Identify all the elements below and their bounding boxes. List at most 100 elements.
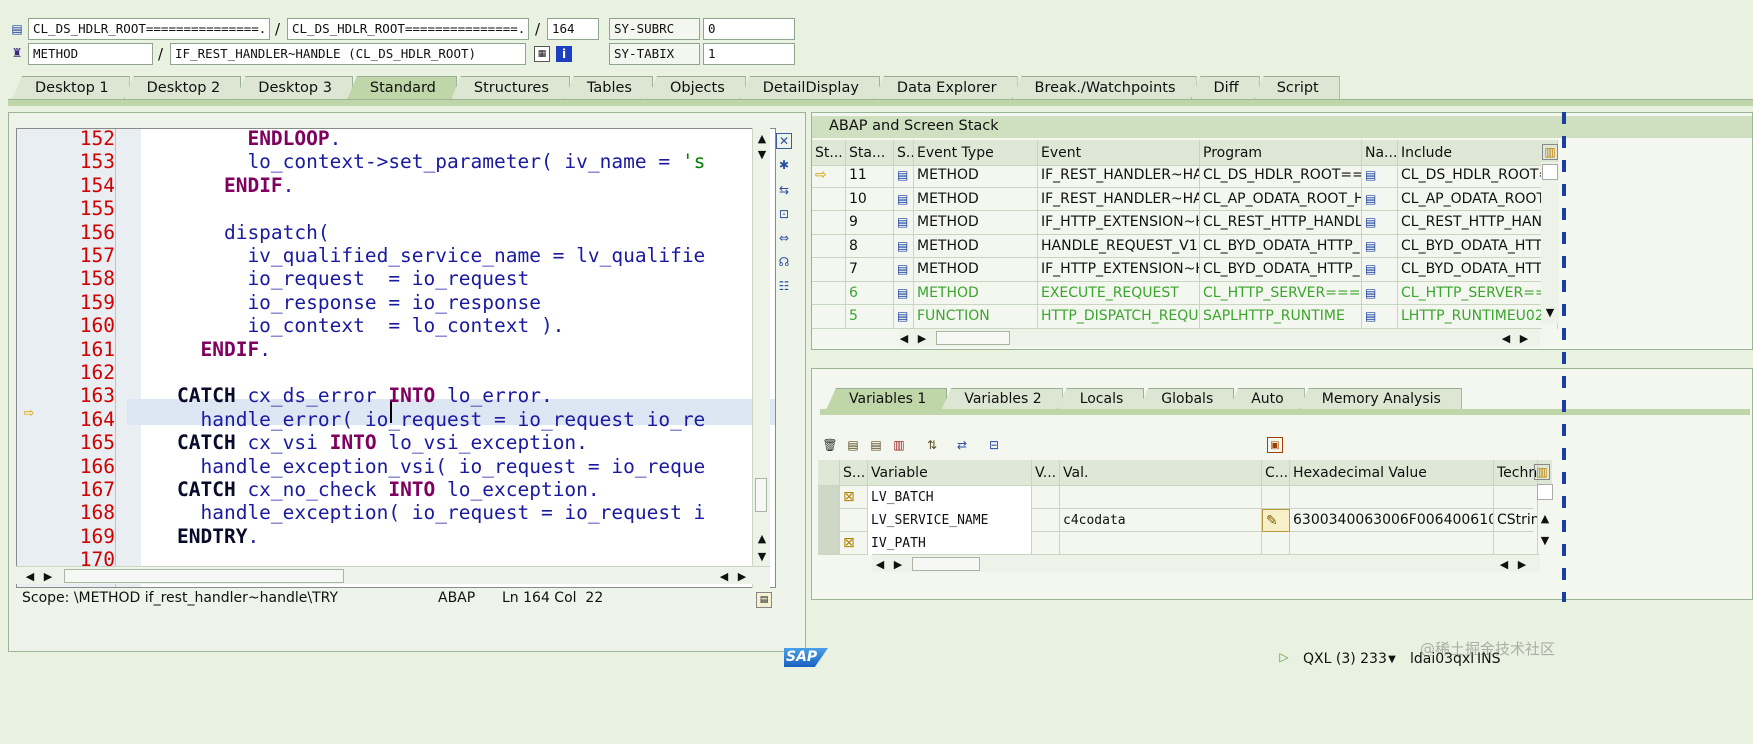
play-icon[interactable]: ▷ <box>1276 649 1292 665</box>
code-vscrollbar[interactable]: ▲ ▼ ▲ ▼ <box>752 128 770 588</box>
display-source-icon[interactable]: ▦ <box>534 46 550 62</box>
scroll-right-icon[interactable]: ▶ <box>734 568 750 584</box>
code-line[interactable]: io_response = io_response <box>177 291 541 314</box>
tab-tables[interactable]: Tables <box>563 76 653 100</box>
tab-variables-2[interactable]: Variables 2 <box>941 388 1063 410</box>
delete-icon[interactable]: 🗑 <box>822 437 838 453</box>
row-selector[interactable] <box>818 532 840 555</box>
code-line[interactable]: dispatch( <box>177 221 330 244</box>
scroll-right-icon[interactable]: ▶ <box>914 330 930 346</box>
event-type-field[interactable]: METHOD <box>28 43 153 65</box>
code-line[interactable]: CATCH cx_no_check INTO lo_exception. <box>177 478 600 501</box>
info-icon[interactable]: i <box>556 46 572 62</box>
stack-column-header[interactable]: Sta... <box>846 140 894 166</box>
stack-row[interactable]: 7▤METHODIF_HTTP_EXTENSION~H...CL_BYD_ODA… <box>812 258 1558 282</box>
code-line[interactable]: ENDIF. <box>177 338 270 361</box>
editor-settings-icon[interactable]: ▤ <box>756 592 772 608</box>
insert-icon[interactable]: ⇅ <box>924 437 940 453</box>
tab-variables-1[interactable]: Variables 1 <box>826 388 948 410</box>
scroll-up-icon[interactable] <box>1537 484 1553 500</box>
variables-column-header[interactable]: Hexadecimal Value <box>1290 460 1494 486</box>
variable-row[interactable]: LV_SERVICE_NAME c4codata ✎ 6300340063006F00… <box>818 509 1538 532</box>
variables-hscrollbar[interactable]: ◀ ▶ ◀ ▶ <box>872 554 1540 572</box>
delete-row-icon[interactable]: ▥ <box>891 437 907 453</box>
scroll-up-icon[interactable]: ▲ <box>754 130 770 146</box>
include-program-field[interactable]: CL_DS_HDLR_ROOT===============... <box>287 18 529 40</box>
column-settings-icon[interactable]: ▥ <box>1534 464 1550 480</box>
stack-column-header[interactable]: Event Type <box>914 140 1038 166</box>
code-line[interactable]: handle_exception( io_request = io_reques… <box>177 501 705 524</box>
tab-desktop-2[interactable]: Desktop 2 <box>123 76 242 100</box>
scroll-right-icon[interactable]: ▶ <box>40 568 56 584</box>
scroll-left-icon[interactable]: ◀ <box>872 556 888 572</box>
stack-column-header[interactable]: S.. <box>894 140 914 166</box>
scroll-thumb[interactable] <box>64 569 344 583</box>
tab-breakpoints[interactable]: Break./Watchpoints <box>1011 76 1197 100</box>
code-hscrollbar[interactable]: ◀ ▶ ◀ ▶ <box>16 566 770 584</box>
code-line[interactable]: io_context = lo_context ). <box>177 314 564 337</box>
stack-row[interactable]: 6 ▤ METHOD EXECUTE_REQUEST CL_HTTP_SERVER===… <box>812 281 1558 305</box>
variables-column-header[interactable]: Techn <box>1494 460 1538 486</box>
new-tool-icon[interactable]: ✱ <box>776 157 792 173</box>
tab-detail-display[interactable]: DetailDisplay <box>739 76 880 100</box>
tab-desktop-3[interactable]: Desktop 3 <box>235 76 353 100</box>
code-editor[interactable]: ⇨ 152 ENDLOOP. 153 lo_context->set_parame… <box>16 128 776 588</box>
scroll-up-icon[interactable] <box>1542 164 1558 180</box>
scroll-left-icon[interactable]: ◀ <box>716 568 732 584</box>
variables-column-header[interactable]: S... <box>840 460 868 486</box>
scroll-down-icon[interactable]: ▼ <box>754 548 770 564</box>
stack-column-header[interactable]: St... <box>812 140 846 166</box>
scroll-right-icon[interactable]: ▶ <box>890 556 906 572</box>
stack-row[interactable]: 10▤METHODIF_REST_HANDLER~HAN...CL_AP_ODA… <box>812 187 1558 211</box>
stack-row[interactable]: 5 ▤ FUNCTION HTTP_DISPATCH_REQU... SAPLHTTP_… <box>812 305 1558 329</box>
code-line[interactable]: ENDTRY. <box>177 525 259 548</box>
stack-row[interactable]: ⇨11▤METHODIF_REST_HANDLER~HAN...CL_DS_HD… <box>812 164 1558 188</box>
scroll-left-icon[interactable]: ◀ <box>1498 330 1514 346</box>
tab-memory-analysis[interactable]: Memory Analysis <box>1298 388 1462 410</box>
tab-globals[interactable]: Globals <box>1138 388 1235 410</box>
stack-vscrollbar[interactable]: ▼ <box>1541 162 1559 324</box>
maximize-icon[interactable]: ⊡ <box>776 206 792 222</box>
scroll-up-icon[interactable]: ▲ <box>754 530 770 546</box>
variables-column-header[interactable]: Val. <box>1060 460 1262 486</box>
hierarchy-icon[interactable]: ☷ <box>776 278 792 294</box>
tab-structures[interactable]: Structures <box>450 76 570 100</box>
scroll-down-icon[interactable]: ▼ <box>754 146 770 162</box>
variables-column-header[interactable]: Variable <box>868 460 1032 486</box>
stack-column-header[interactable]: Event <box>1038 140 1200 166</box>
system-info[interactable]: QXL (3) 233 <box>1303 651 1387 667</box>
swap-tool-icon[interactable]: ⇆ <box>776 182 792 198</box>
code-line[interactable]: iv_qualified_service_name = lv_qualifie <box>177 244 705 267</box>
resize-icon[interactable]: ⇔ <box>776 230 792 246</box>
stack-row[interactable]: 9▤METHODIF_HTTP_EXTENSION~H...CL_REST_HT… <box>812 211 1558 235</box>
event-name-field[interactable]: IF_REST_HANDLER~HANDLE (CL_DS_HDLR_ROOT) <box>170 43 526 65</box>
scroll-down-icon[interactable]: ▼ <box>1537 532 1553 548</box>
sy-subrc-value[interactable]: 0 <box>703 18 795 40</box>
scroll-left-icon[interactable]: ◀ <box>1496 556 1512 572</box>
tab-data-explorer[interactable]: Data Explorer <box>873 76 1018 100</box>
stack-column-header[interactable]: Program <box>1200 140 1362 166</box>
scroll-thumb[interactable] <box>912 557 980 571</box>
variables-column-header[interactable]: V... <box>1032 460 1060 486</box>
stack-column-header[interactable]: Include <box>1398 140 1558 166</box>
export-icon[interactable]: ▤ <box>868 437 884 453</box>
code-line[interactable]: handle_error( io_request = io_request io… <box>177 408 705 431</box>
scroll-right-icon[interactable]: ▶ <box>1516 330 1532 346</box>
scroll-left-icon[interactable]: ◀ <box>22 568 38 584</box>
stack-hscrollbar[interactable]: ◀ ▶ ◀ ▶ <box>900 328 1540 346</box>
variables-vscrollbar[interactable]: ▲ ▼ <box>1536 482 1554 552</box>
pin-icon[interactable]: ⊟ <box>986 437 1002 453</box>
code-line[interactable]: CATCH cx_vsi INTO lo_vsi_exception. <box>177 431 588 454</box>
line-number-field[interactable]: 164 <box>547 18 599 40</box>
sy-tabix-value[interactable]: 1 <box>703 43 795 65</box>
tab-script[interactable]: Script <box>1253 76 1340 100</box>
tab-standard[interactable]: Standard <box>346 76 457 100</box>
code-line[interactable]: lo_context->set_parameter( iv_name = 's <box>177 150 705 173</box>
scroll-thumb[interactable] <box>755 478 767 512</box>
transfer-icon[interactable]: ⇄ <box>954 437 970 453</box>
scroll-thumb[interactable] <box>936 331 1010 345</box>
save-icon[interactable]: ▣ <box>1267 437 1283 453</box>
code-line[interactable]: CATCH cx_ds_error INTO lo_error. <box>177 384 553 407</box>
stack-column-header[interactable]: Na... <box>1362 140 1398 166</box>
variables-column-header[interactable]: C... <box>1262 460 1290 486</box>
